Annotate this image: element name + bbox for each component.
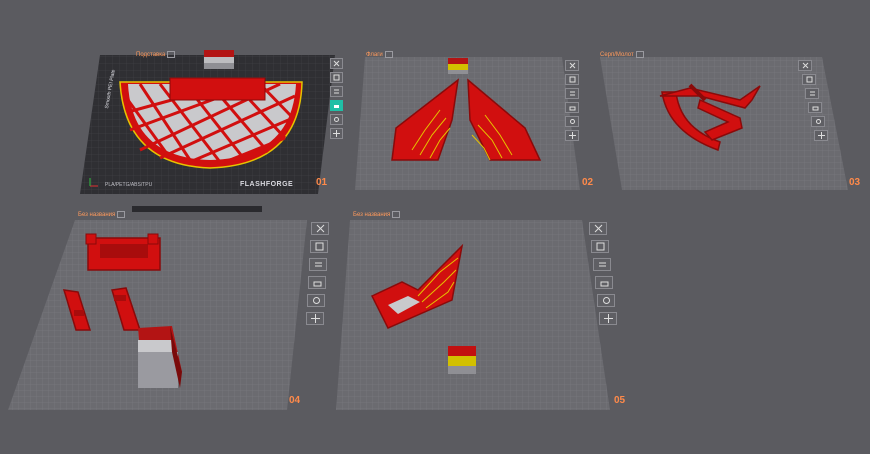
prime-tower — [204, 50, 234, 57]
plate-04-toolbar — [306, 222, 329, 325]
orient-icon[interactable] — [310, 240, 328, 253]
plate-01-title[interactable]: Подставка — [136, 51, 176, 58]
close-icon[interactable] — [311, 222, 329, 235]
plate-02-toolbar — [565, 60, 579, 141]
settings-icon[interactable] — [597, 294, 615, 307]
plate-03-toolbar — [798, 60, 828, 141]
plate-01-number: 01 — [316, 177, 328, 188]
plate-04[interactable] — [8, 220, 307, 410]
settings-icon[interactable] — [307, 294, 325, 307]
close-icon[interactable] — [589, 222, 607, 235]
arrange-icon[interactable] — [805, 88, 819, 99]
settings-icon[interactable] — [330, 114, 343, 125]
orient-icon[interactable] — [802, 74, 816, 85]
plate-03-title[interactable]: Серп/Молот — [600, 51, 644, 58]
edit-icon[interactable] — [392, 211, 401, 218]
lock-icon[interactable] — [565, 102, 579, 113]
move-icon[interactable] — [814, 130, 828, 141]
arrange-icon[interactable] — [309, 258, 327, 271]
settings-icon[interactable] — [565, 116, 579, 127]
plate-02[interactable] — [355, 57, 580, 190]
plate-05-toolbar — [589, 222, 617, 325]
plate-05-number: 05 — [614, 395, 626, 406]
plate-01-toolbar — [330, 58, 343, 139]
workspace-canvas[interactable] — [0, 0, 870, 454]
plate-04-title[interactable]: Без названия — [78, 211, 126, 218]
lock-icon[interactable] — [330, 100, 343, 111]
plate-02-title[interactable]: Флаги — [366, 51, 393, 58]
lock-icon[interactable] — [308, 276, 326, 289]
orient-icon[interactable] — [330, 72, 343, 83]
edit-icon[interactable] — [117, 211, 126, 218]
lock-icon[interactable] — [808, 102, 822, 113]
arrange-icon[interactable] — [593, 258, 611, 271]
plate-02-number: 02 — [582, 177, 594, 188]
move-icon[interactable] — [306, 312, 324, 325]
arrange-icon[interactable] — [330, 86, 343, 97]
plate-05[interactable] — [336, 220, 610, 410]
settings-icon[interactable] — [811, 116, 825, 127]
orient-icon[interactable] — [565, 74, 579, 85]
move-icon[interactable] — [599, 312, 617, 325]
brand-logo: FLASHFORGE — [240, 181, 294, 188]
move-icon[interactable] — [565, 130, 579, 141]
plate-05-title[interactable]: Без названия — [353, 211, 401, 218]
close-icon[interactable] — [565, 60, 579, 71]
plate-03-number: 03 — [849, 177, 861, 188]
close-icon[interactable] — [330, 58, 343, 69]
edit-icon[interactable] — [167, 51, 176, 58]
box-model — [85, 233, 161, 271]
close-icon[interactable] — [798, 60, 812, 71]
plate-04-number: 04 — [289, 395, 301, 406]
move-icon[interactable] — [330, 128, 343, 139]
orient-icon[interactable] — [591, 240, 609, 253]
lock-icon[interactable] — [595, 276, 613, 289]
edit-icon[interactable] — [635, 51, 644, 58]
filament-types: PLA/PETG/ABS/TPU — [105, 182, 153, 188]
arrange-icon[interactable] — [565, 88, 579, 99]
edit-icon[interactable] — [384, 51, 393, 58]
